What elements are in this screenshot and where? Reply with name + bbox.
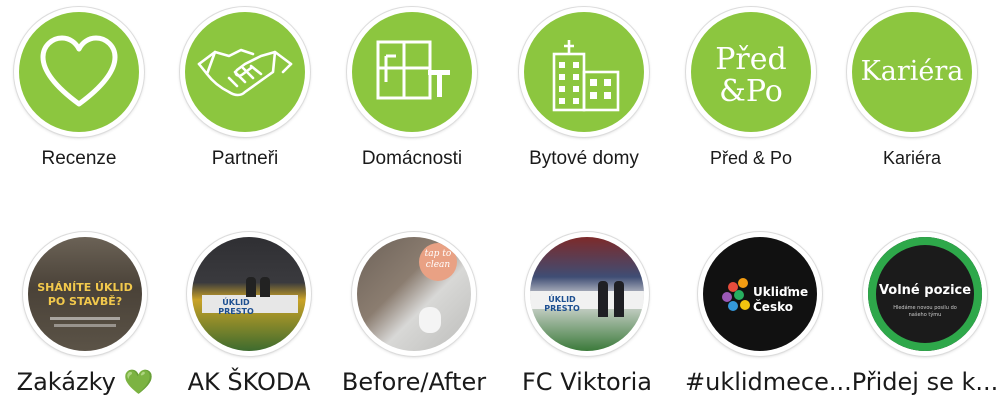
cover-text: Kariéra <box>860 56 964 87</box>
cover-text: clean <box>425 260 451 270</box>
handshake-icon <box>197 48 293 97</box>
highlight-label: Před & Po <box>709 148 793 168</box>
highlight-cover: tap to clean <box>352 232 476 356</box>
highlight-label: Přidej se k... <box>851 368 999 396</box>
highlight-cover <box>347 7 477 137</box>
highlight-cover: Ukliďme Česko <box>698 232 822 356</box>
cover-text: &Po <box>719 74 783 109</box>
highlight-label: #uklidmece... <box>685 368 852 396</box>
highlight-cover: ÚKLID PRESTO <box>525 232 649 356</box>
highlight-label: Recenze <box>41 148 117 169</box>
highlight-cover <box>14 7 144 137</box>
cover-text: Hledáme novou posilu do našeho týmu <box>893 305 957 318</box>
highlight-label: AK ŠKODA <box>187 368 311 396</box>
cover-text: PO STAVBĚ? <box>47 295 123 308</box>
highlight-label: Zakázky 💚 <box>16 368 154 396</box>
cover-text: ÚKLID PRESTO <box>218 298 254 316</box>
highlight-label: FC Viktoria <box>522 368 652 396</box>
window-cleaning-icon <box>376 40 450 100</box>
highlight-cover: Před &Po <box>686 7 816 137</box>
story-highlights-row: SHÁNÍTE ÚKLID PO STAVBĚ? Zakázky 💚 ÚKLID… <box>0 222 1003 399</box>
highlight-cover <box>519 7 649 137</box>
cover-text: Před <box>715 42 787 77</box>
highlight-cover: SHÁNÍTE ÚKLID PO STAVBĚ? <box>23 232 147 356</box>
heart-icon <box>40 35 118 107</box>
highlight-cover: Kariéra <box>847 7 977 137</box>
highlight-label: Bytové domy <box>529 148 639 169</box>
highlight-cover: Volné pozice Hledáme novou posilu do naš… <box>863 232 987 356</box>
highlight-label: Domácnosti <box>361 148 463 169</box>
cover-text: Česko <box>753 300 793 314</box>
highlight-label: Kariéra <box>882 148 942 168</box>
apartment-buildings-icon <box>552 40 620 112</box>
cover-text: Volné pozice <box>878 283 972 298</box>
highlight-cover <box>180 7 310 137</box>
cover-text: Ukliďme <box>753 285 809 299</box>
cover-text: SHÁNÍTE ÚKLID <box>37 281 133 294</box>
cover-text: tap to <box>424 249 452 259</box>
highlight-label: Partneři <box>211 148 279 169</box>
highlights-row: Recenze Partneři Domácnosti Bytové domy … <box>0 0 1003 200</box>
career-wordmark: Kariéra <box>852 12 972 132</box>
highlight-cover: ÚKLID PRESTO <box>187 232 311 356</box>
cover-text: ÚKLID PRESTO <box>544 295 580 313</box>
highlight-label: Before/After <box>341 368 487 396</box>
before-after-wordmark: Před &Po <box>691 12 811 132</box>
